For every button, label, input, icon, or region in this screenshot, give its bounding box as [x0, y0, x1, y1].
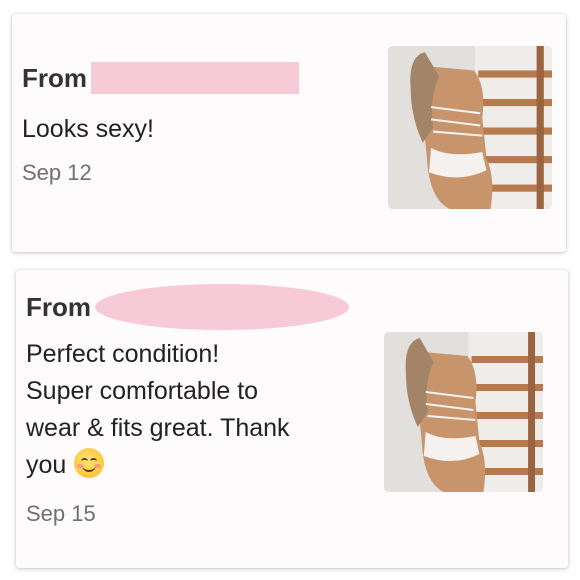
redacted-sender-name [95, 284, 349, 330]
message-line: Super comfortable to [26, 377, 259, 405]
item-photo[interactable] [384, 332, 543, 492]
message-line-last: you [26, 447, 366, 484]
sender-row: From [26, 284, 349, 330]
message-line: Perfect condition! [26, 340, 220, 368]
message-date: Sep 15 [26, 501, 96, 526]
from-label: From [26, 291, 91, 322]
message-text: Looks sexy! [22, 111, 154, 148]
message-line: wear & fits great. Thank [26, 414, 290, 442]
redacted-sender-name [91, 62, 299, 94]
message-line: you [26, 451, 67, 479]
message-line: Looks sexy! [22, 115, 155, 143]
smiling-face-emoji-icon [74, 448, 105, 478]
from-label: From [22, 62, 87, 93]
review-card-1[interactable]: From Looks sexy! Sep 12 [12, 14, 566, 252]
message-text: Perfect condition! Super comfortable to … [26, 336, 366, 484]
review-card-2[interactable]: From Perfect condition! Super comfortabl… [16, 270, 568, 568]
item-photo[interactable] [388, 46, 552, 209]
sender-row: From [22, 62, 299, 94]
message-date: Sep 12 [22, 160, 92, 185]
